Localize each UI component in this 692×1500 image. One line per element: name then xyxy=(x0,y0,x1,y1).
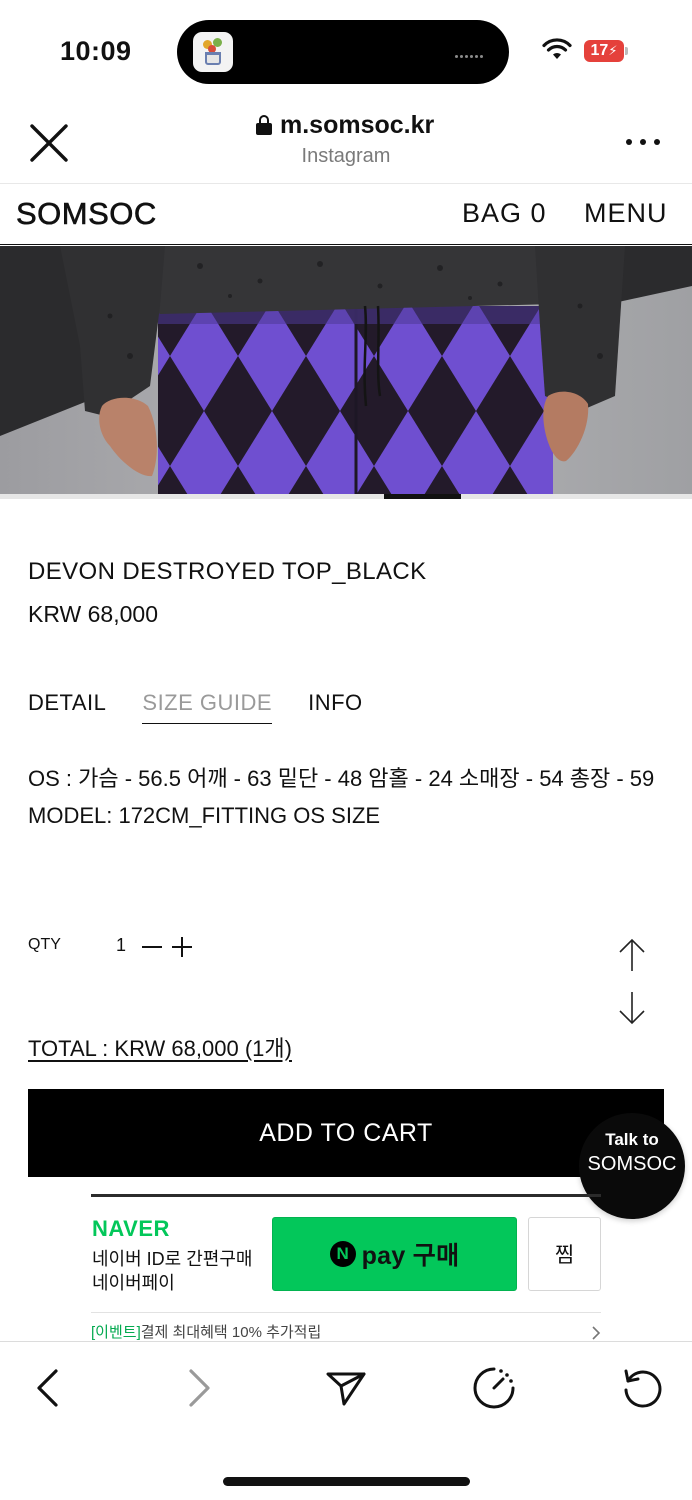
send-icon[interactable] xyxy=(324,1366,368,1410)
npay-label: pay 구매 xyxy=(361,1242,460,1270)
talk-to-somsoc-button[interactable]: Talk to SOMSOC xyxy=(579,1113,685,1219)
naver-event-link[interactable]: [이벤트]결제 최대혜택 10% 추가적립 xyxy=(91,1321,321,1342)
url-text: m.somsoc.kr xyxy=(280,110,435,139)
tab-info[interactable]: INFO xyxy=(308,690,363,724)
plant-app-icon xyxy=(193,32,233,72)
speed-icon[interactable] xyxy=(472,1366,516,1410)
cellular-dots-icon xyxy=(455,48,491,59)
carousel-track xyxy=(0,494,692,499)
menu-link[interactable]: MENU xyxy=(584,198,668,229)
talk-line2: SOMSOC xyxy=(587,1153,677,1175)
wifi-icon xyxy=(542,38,572,59)
reload-icon[interactable] xyxy=(620,1366,664,1410)
dynamic-island xyxy=(177,20,509,84)
add-to-cart-button[interactable]: ADD TO CART xyxy=(28,1089,664,1177)
naver-desc-line2: 네이버페이 xyxy=(92,1273,175,1293)
total-price: TOTAL : KRW 68,000 (1개) xyxy=(28,1036,292,1061)
product-tabs: DETAIL SIZE GUIDE INFO xyxy=(28,690,399,724)
tab-detail[interactable]: DETAIL xyxy=(28,690,106,724)
scroll-up-arrow-icon[interactable] xyxy=(618,937,646,973)
product-image[interactable] xyxy=(0,246,692,494)
model-fitting: MODEL: 172CM_FITTING OS SIZE xyxy=(28,803,381,828)
naver-separator xyxy=(91,1312,601,1313)
site-header: SOMSOC BAG 0 MENU xyxy=(0,183,692,245)
forward-icon[interactable] xyxy=(176,1366,220,1410)
talk-line1: Talk to xyxy=(605,1130,659,1149)
qty-plus-button[interactable] xyxy=(172,937,192,957)
tab-size-guide[interactable]: SIZE GUIDE xyxy=(142,690,273,724)
home-indicator[interactable] xyxy=(223,1477,470,1486)
naver-pay-button[interactable]: N pay 구매 xyxy=(272,1217,517,1291)
naver-divider xyxy=(91,1194,601,1197)
bag-link[interactable]: BAG 0 xyxy=(462,198,547,229)
qty-label: QTY xyxy=(28,936,61,953)
chevron-right-icon[interactable] xyxy=(591,1325,601,1341)
battery-nub xyxy=(625,47,628,55)
size-measurements: OS : 가슴 - 56.5 어깨 - 63 밑단 - 48 암홀 - 24 소… xyxy=(28,766,655,791)
naver-desc-line1: 네이버 ID로 간편구매 xyxy=(92,1249,253,1269)
wishlist-button[interactable]: 찜 xyxy=(528,1217,601,1291)
lock-icon xyxy=(256,115,272,135)
event-text: 결제 최대혜택 10% 추가적립 xyxy=(140,1324,322,1341)
naver-logo: NAVER xyxy=(92,1216,170,1241)
npay-n-icon: N xyxy=(329,1241,356,1267)
more-icon[interactable] xyxy=(626,132,660,152)
event-tag: [이벤트] xyxy=(91,1324,141,1341)
url-bar[interactable]: m.somsoc.kr xyxy=(256,110,434,140)
site-logo[interactable]: SOMSOC xyxy=(16,196,157,232)
scroll-down-arrow-icon[interactable] xyxy=(618,990,646,1026)
model-argyle-pants-photo xyxy=(0,246,692,494)
qty-minus-button[interactable] xyxy=(142,946,162,948)
browser-source-label: Instagram xyxy=(301,145,391,167)
back-icon[interactable] xyxy=(27,1366,71,1410)
qty-value[interactable]: 1 xyxy=(116,935,126,956)
battery-level: 17 xyxy=(590,42,609,59)
product-name: DEVON DESTROYED TOP_BLACK xyxy=(28,558,427,585)
size-guide-content: OS : 가슴 - 56.5 어깨 - 63 밑단 - 48 암홀 - 24 소… xyxy=(28,760,668,834)
carousel-indicator xyxy=(384,494,461,499)
battery-charging-icon: 17⚡ xyxy=(584,40,624,62)
product-price: KRW 68,000 xyxy=(28,601,158,627)
status-time: 10:09 xyxy=(60,36,132,66)
